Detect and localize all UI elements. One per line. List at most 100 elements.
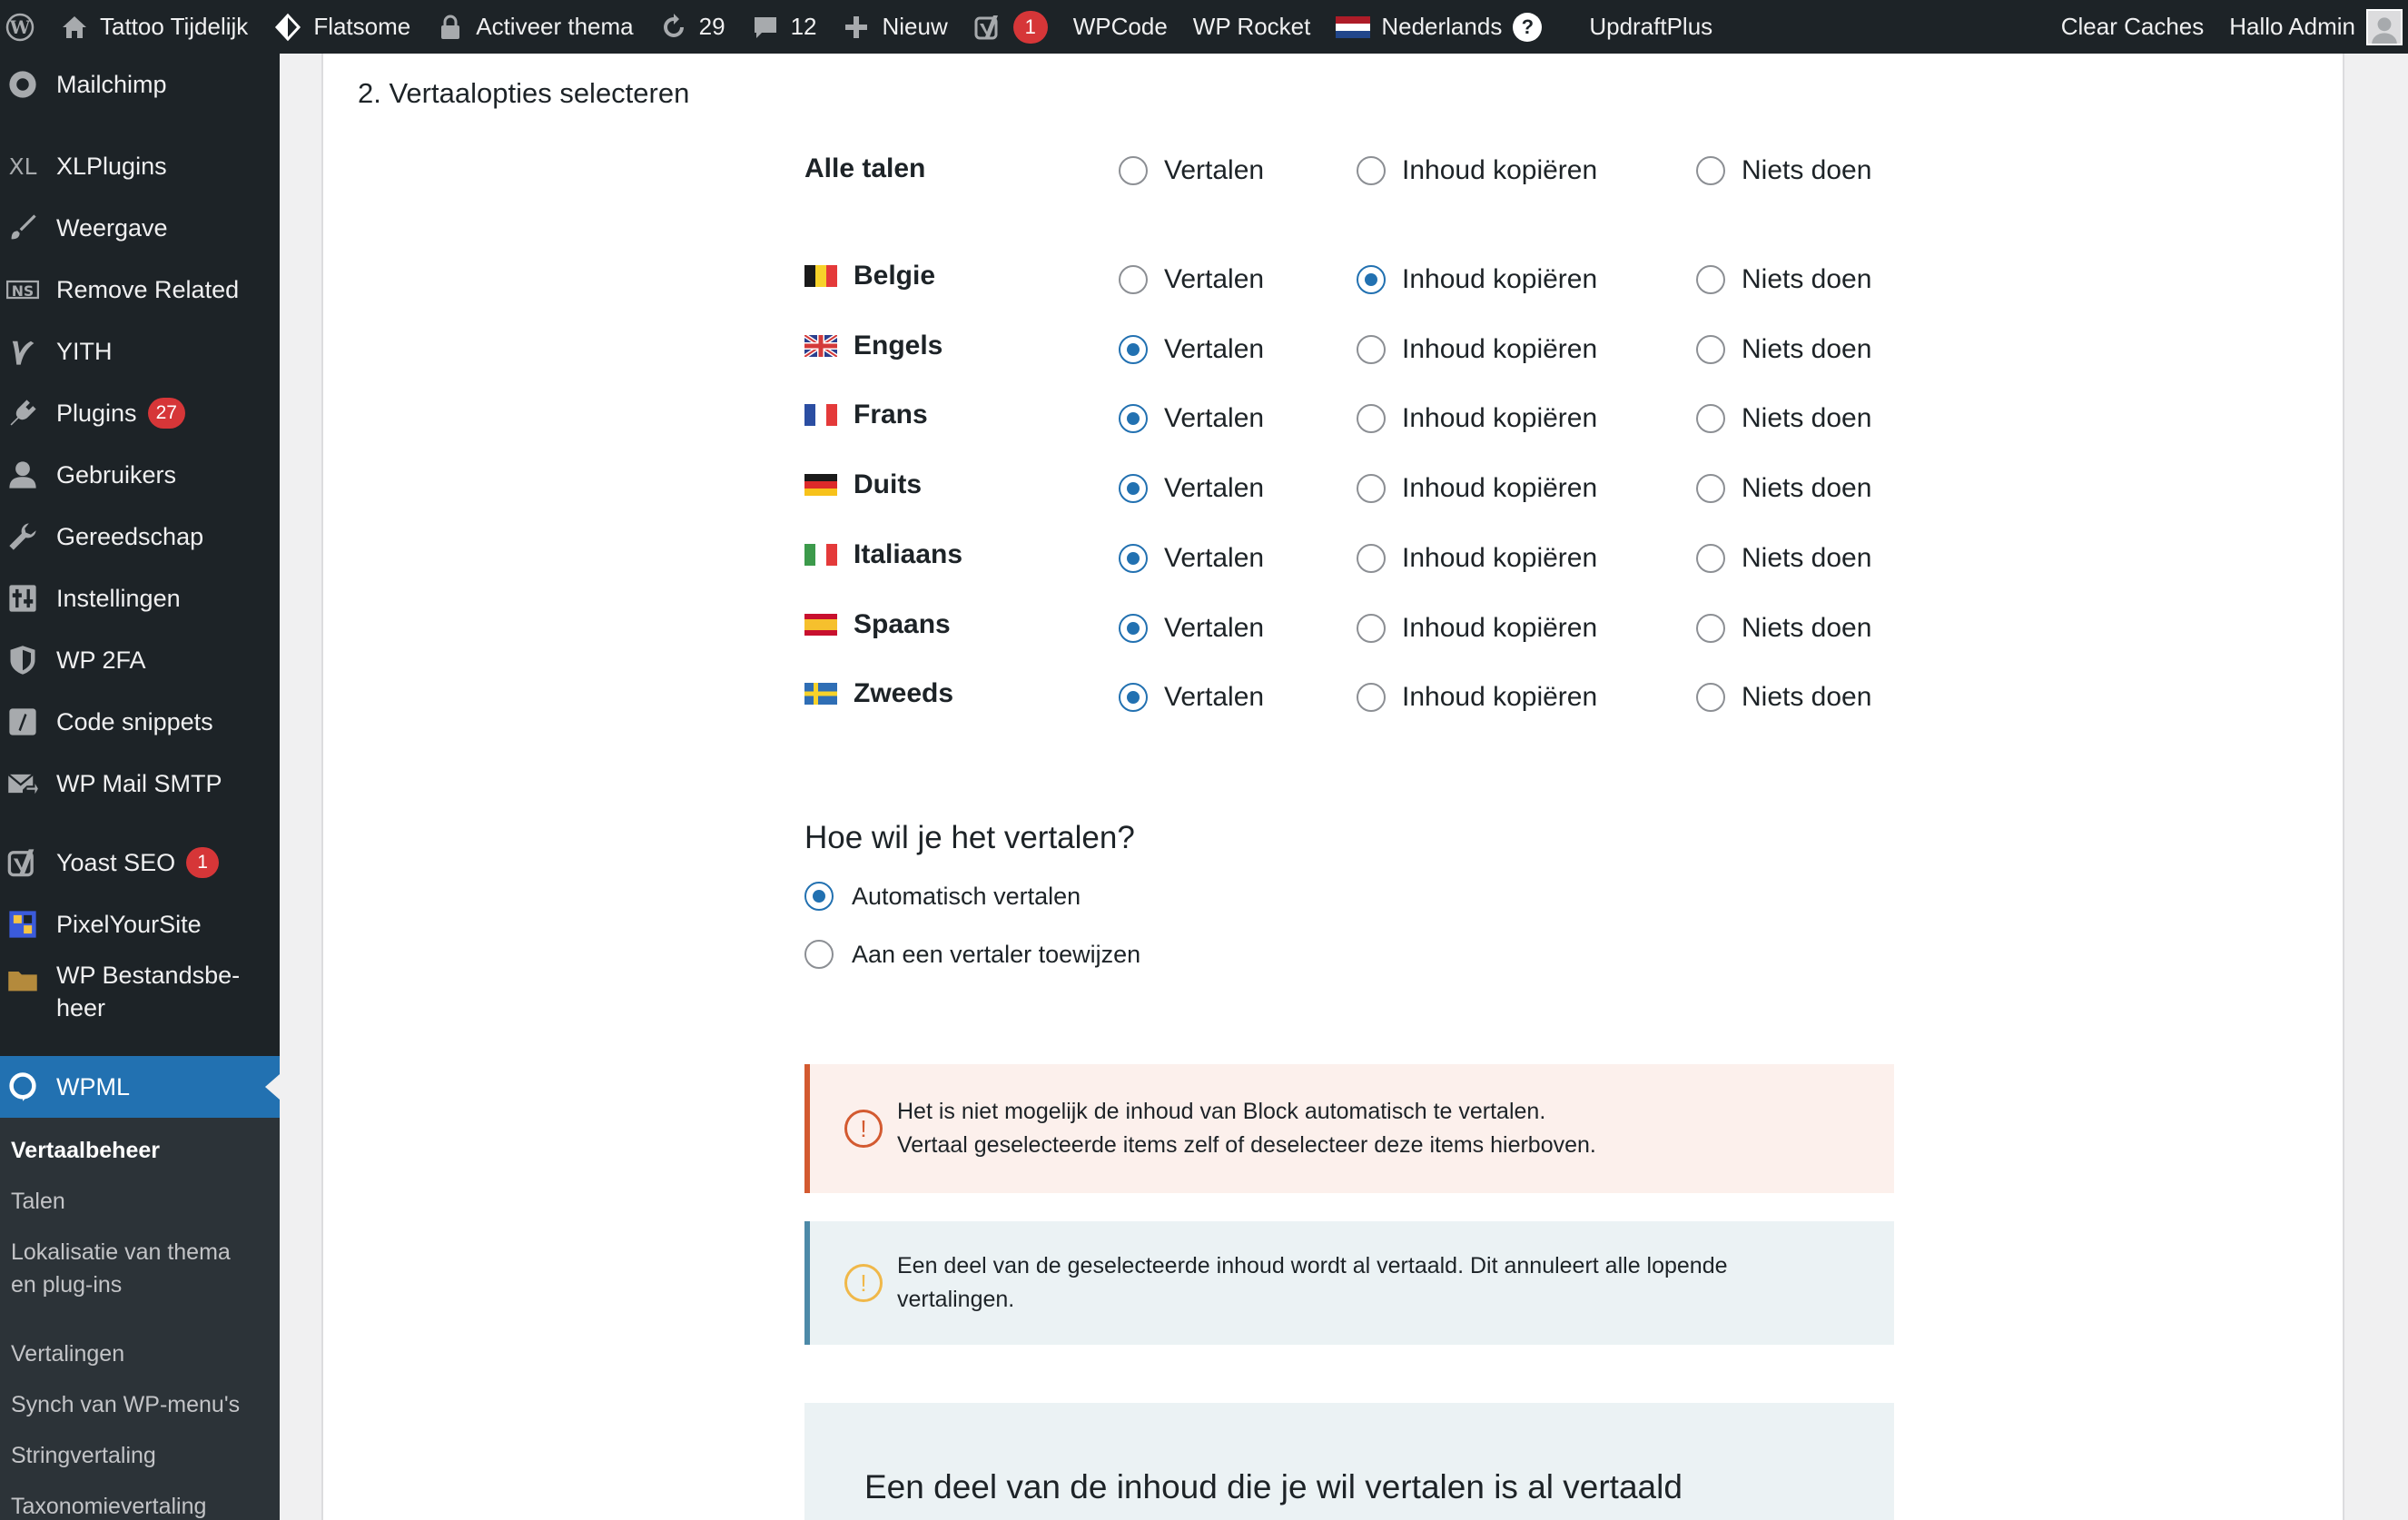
greeting: Hallo Admin bbox=[2229, 13, 2355, 40]
engels-option-vertalen-radio[interactable] bbox=[1119, 334, 1148, 364]
wpcode-menu[interactable]: WPCode bbox=[1061, 0, 1180, 54]
frans-option-vertalen[interactable]: Vertalen bbox=[1119, 403, 1264, 434]
duits-option-inhoud-kopieren-radio[interactable] bbox=[1357, 474, 1386, 504]
updates-link[interactable]: 29 bbox=[646, 0, 738, 54]
sidebar-item-wp-mail-smtp[interactable]: WP Mail SMTP bbox=[0, 753, 280, 814]
submenu-lokalisatie[interactable]: Lokalisatie van thema en plug-ins bbox=[11, 1236, 274, 1301]
submenu-synch-wp-menus[interactable]: Synch van WP-menu's bbox=[11, 1388, 274, 1421]
duits-option-vertalen[interactable]: Vertalen bbox=[1119, 473, 1264, 504]
yoast-menu[interactable]: 1 bbox=[961, 0, 1061, 54]
engels-option-vertalen[interactable]: Vertalen bbox=[1119, 334, 1264, 365]
duits-option-vertalen-radio[interactable] bbox=[1119, 474, 1148, 504]
sidebar-item-instellingen[interactable]: Instellingen bbox=[0, 568, 280, 629]
language-switcher[interactable]: Nederlands ? bbox=[1323, 0, 1554, 54]
italiaans-option-vertalen-radio[interactable] bbox=[1119, 543, 1148, 573]
activate-theme-link[interactable]: Activeer thema bbox=[423, 0, 646, 54]
frans-option-vertalen-radio[interactable] bbox=[1119, 404, 1148, 434]
sidebar-item-plugins[interactable]: Plugins 27 bbox=[0, 382, 280, 444]
sidebar-item-wpml[interactable]: WPML bbox=[0, 1056, 280, 1118]
all-languages-option-inhoud-kopieren[interactable]: Inhoud kopiëren bbox=[1357, 155, 1597, 186]
submenu-taxonomievertaling[interactable]: Taxonomievertaling bbox=[11, 1490, 274, 1520]
error-notice: ! Het is niet mogelijk de inhoud van Blo… bbox=[804, 1064, 1894, 1193]
belgie-option-inhoud-kopieren-radio[interactable] bbox=[1357, 265, 1386, 294]
zweeds-option-niets-doen[interactable]: Niets doen bbox=[1696, 682, 1871, 713]
new-content-menu[interactable]: Nieuw bbox=[829, 0, 960, 54]
all-languages-option-vertalen[interactable]: Vertalen bbox=[1119, 155, 1264, 186]
duits-option-inhoud-kopieren[interactable]: Inhoud kopiëren bbox=[1357, 473, 1597, 504]
sidebar-item-gebruikers[interactable]: Gebruikers bbox=[0, 444, 280, 506]
sidebar-item-mailchimp[interactable]: Mailchimp bbox=[0, 54, 280, 115]
spaans-option-vertalen[interactable]: Vertalen bbox=[1119, 613, 1264, 644]
comments-link[interactable]: 12 bbox=[738, 0, 830, 54]
wpml-submenu: Vertaalbeheer Talen Lokalisatie van them… bbox=[0, 1118, 280, 1520]
frans-option-inhoud-kopieren-radio[interactable] bbox=[1357, 404, 1386, 434]
spaans-option-vertalen-radio[interactable] bbox=[1119, 613, 1148, 643]
duits-option-niets-doen[interactable]: Niets doen bbox=[1696, 473, 1871, 504]
zweeds-option-inhoud-kopieren-radio[interactable] bbox=[1357, 683, 1386, 713]
zweeds-option-inhoud-kopieren[interactable]: Inhoud kopiëren bbox=[1357, 682, 1597, 713]
se-flag-icon bbox=[804, 683, 837, 706]
engels-option-inhoud-kopieren[interactable]: Inhoud kopiëren bbox=[1357, 334, 1597, 365]
updates-count: 29 bbox=[698, 13, 725, 40]
italiaans-option-vertalen[interactable]: Vertalen bbox=[1119, 543, 1264, 574]
row-label-belgie: Belgie bbox=[804, 261, 935, 291]
sidebar-item-code-snippets[interactable]: Code snippets bbox=[0, 691, 280, 753]
italiaans-option-niets-doen-radio[interactable] bbox=[1696, 543, 1725, 573]
sidebar-item-gereedschap[interactable]: Gereedschap bbox=[0, 506, 280, 568]
belgie-option-niets-doen-radio[interactable] bbox=[1696, 265, 1725, 294]
belgie-option-vertalen[interactable]: Vertalen bbox=[1119, 264, 1264, 295]
sidebar-item-weergave[interactable]: Weergave bbox=[0, 197, 280, 259]
how-translator-radio[interactable] bbox=[804, 940, 834, 969]
how-option-translator[interactable]: Aan een vertaler toewijzen bbox=[804, 940, 1140, 969]
wp-rocket-menu[interactable]: WP Rocket bbox=[1180, 0, 1324, 54]
submenu-vertalingen[interactable]: Vertalingen bbox=[11, 1337, 274, 1370]
duits-option-niets-doen-radio[interactable] bbox=[1696, 474, 1725, 504]
belgie-option-inhoud-kopieren[interactable]: Inhoud kopiëren bbox=[1357, 264, 1597, 295]
submenu-talen[interactable]: Talen bbox=[11, 1185, 274, 1218]
flatsome-menu[interactable]: Flatsome bbox=[261, 0, 423, 54]
sidebar-item-remove-related[interactable]: NS Remove Related bbox=[0, 259, 280, 321]
italiaans-option-niets-doen[interactable]: Niets doen bbox=[1696, 543, 1871, 574]
sidebar-item-pixelyoursite[interactable]: PixelYourSite bbox=[0, 893, 280, 955]
sidebar-item-xlplugins[interactable]: XL XLPlugins bbox=[0, 135, 280, 197]
how-option-automatic[interactable]: Automatisch vertalen bbox=[804, 882, 1081, 911]
sidebar-item-wp-2fa[interactable]: WP 2FA bbox=[0, 629, 280, 691]
submenu-stringvertaling[interactable]: Stringvertaling bbox=[11, 1439, 274, 1472]
all-languages-option-inhoud-kopieren-radio[interactable] bbox=[1357, 156, 1386, 185]
zweeds-option-vertalen-radio[interactable] bbox=[1119, 683, 1148, 713]
spaans-option-inhoud-kopieren[interactable]: Inhoud kopiëren bbox=[1357, 613, 1597, 644]
engels-option-niets-doen[interactable]: Niets doen bbox=[1696, 334, 1871, 365]
sidebar-item-yoast-seo[interactable]: Yoast SEO 1 bbox=[0, 832, 280, 893]
engels-option-inhoud-kopieren-radio[interactable] bbox=[1357, 334, 1386, 364]
all-languages-option-vertalen-radio[interactable] bbox=[1119, 156, 1148, 185]
belgie-option-niets-doen[interactable]: Niets doen bbox=[1696, 264, 1871, 295]
spaans-option-niets-doen-radio[interactable] bbox=[1696, 613, 1725, 643]
help-icon[interactable]: ? bbox=[1513, 12, 1543, 42]
bestandsbeheer-line1: WP Bestandsbe- bbox=[56, 962, 241, 989]
frans-option-niets-doen-radio[interactable] bbox=[1696, 404, 1725, 434]
italiaans-option-inhoud-kopieren[interactable]: Inhoud kopiëren bbox=[1357, 543, 1597, 574]
zweeds-option-niets-doen-radio[interactable] bbox=[1696, 683, 1725, 713]
zweeds-option-vertalen[interactable]: Vertalen bbox=[1119, 682, 1264, 713]
engels-option-niets-doen-radio[interactable] bbox=[1696, 334, 1725, 364]
frans-option-niets-doen[interactable]: Niets doen bbox=[1696, 403, 1871, 434]
all-languages-option-niets-doen-radio[interactable] bbox=[1696, 156, 1725, 185]
sidebar-item-wp-bestandsbeheer[interactable]: WP Bestandsbe- heer bbox=[0, 955, 280, 1024]
italiaans-option-inhoud-kopieren-radio[interactable] bbox=[1357, 543, 1386, 573]
spaans-option-niets-doen[interactable]: Niets doen bbox=[1696, 613, 1871, 644]
account-menu[interactable]: Hallo Admin bbox=[2216, 0, 2408, 54]
sidebar-item-yith[interactable]: YITH bbox=[0, 321, 280, 382]
wordpress-logo-menu[interactable]: W bbox=[0, 0, 47, 54]
warning-icon: ! bbox=[844, 1264, 883, 1302]
belgie-option-vertalen-radio[interactable] bbox=[1119, 265, 1148, 294]
how-automatic-radio[interactable] bbox=[804, 882, 834, 911]
submenu-vertaalbeheer[interactable]: Vertaalbeheer bbox=[11, 1134, 274, 1167]
updraftplus-menu[interactable]: UpdraftPlus bbox=[1576, 0, 1725, 54]
error-notice-line2: Vertaal geselecteerde items zelf of dese… bbox=[897, 1132, 1596, 1158]
frans-option-inhoud-kopieren[interactable]: Inhoud kopiëren bbox=[1357, 403, 1597, 434]
shield-icon bbox=[2, 639, 44, 681]
all-languages-option-niets-doen[interactable]: Niets doen bbox=[1696, 155, 1871, 186]
site-name-menu[interactable]: Tattoo Tijdelijk bbox=[47, 0, 261, 54]
spaans-option-inhoud-kopieren-radio[interactable] bbox=[1357, 613, 1386, 643]
clear-caches-button[interactable]: Clear Caches bbox=[2048, 0, 2217, 54]
